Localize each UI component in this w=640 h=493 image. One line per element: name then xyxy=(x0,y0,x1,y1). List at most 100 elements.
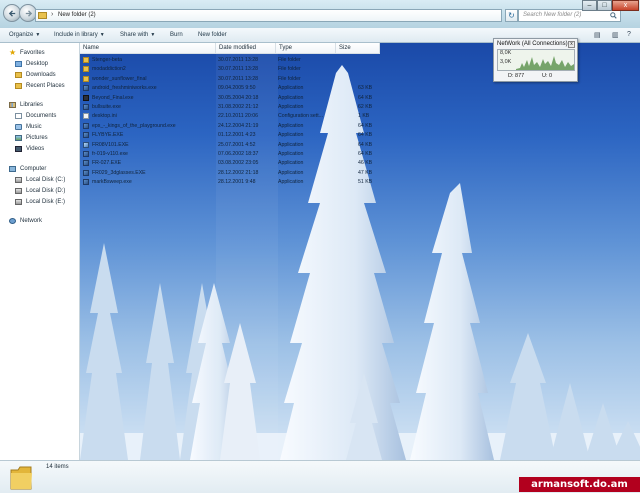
sidebar-item-desktop[interactable]: Desktop xyxy=(0,60,79,70)
column-header-type[interactable]: Type xyxy=(276,43,336,54)
share-with-menu[interactable]: Share with ▼ xyxy=(120,32,155,38)
preview-pane-icon[interactable]: ▥ xyxy=(612,31,619,39)
refresh-button[interactable]: ↻ xyxy=(505,9,518,22)
file-size: 63 KB xyxy=(358,85,373,92)
file-type: Application xyxy=(278,151,304,157)
organize-menu[interactable]: Organize ▼ xyxy=(9,32,40,38)
chevron-down-icon: ▼ xyxy=(99,32,105,38)
traffic-sparkline xyxy=(516,56,574,70)
chevron-down-icon: ▼ xyxy=(35,32,41,38)
new-folder-button[interactable]: New folder xyxy=(198,32,227,38)
file-row[interactable]: Beyond_Final.exe 30.05.2004 20:18 Applicat… xyxy=(80,94,380,103)
maximize-button[interactable]: □ xyxy=(597,0,612,11)
network-icon xyxy=(9,218,16,224)
file-row[interactable]: bullsuite.exe 31.08.2002 21:12 Application… xyxy=(80,103,380,112)
file-size: 62 KB xyxy=(358,104,373,110)
application-icon xyxy=(83,132,89,139)
sidebar-item-disk-d[interactable]: Local Disk (D:) xyxy=(0,187,79,197)
help-icon[interactable]: ? xyxy=(627,31,631,38)
hard-disk-icon xyxy=(15,177,22,183)
network-gadget[interactable]: NetWork (All Connections) x 8,0K 3,0K D:… xyxy=(493,38,578,82)
desktop-icon xyxy=(15,61,22,67)
file-type: Configuration sett... xyxy=(278,113,323,120)
upload-stat: U: 0 xyxy=(542,73,553,79)
file-row[interactable]: desktop.ini 22.10.2011 20:06 Configuration… xyxy=(80,112,380,121)
column-header-name[interactable]: Name xyxy=(80,43,216,54)
file-name: bullsuite.exe xyxy=(92,104,121,110)
application-icon xyxy=(83,104,89,110)
file-type: File folder xyxy=(278,75,301,82)
column-header-size[interactable]: Size xyxy=(336,43,380,54)
file-name: modaddiction2 xyxy=(92,66,126,73)
file-type: Application xyxy=(278,85,304,92)
sidebar-item-favorites[interactable]: ★ Favorites xyxy=(0,48,79,59)
file-row[interactable]: Stenger-beta 30.07.2011 13:28 File folder xyxy=(80,56,380,65)
download-stat: D: 877 xyxy=(508,73,525,79)
file-type: Application xyxy=(278,141,304,148)
gadget-close-button[interactable]: x xyxy=(568,41,575,48)
sidebar-item-documents[interactable]: Documents xyxy=(0,112,79,122)
file-name: Beyond_Final.exe xyxy=(92,94,134,101)
sidebar-item-label: Local Disk (C:) xyxy=(26,177,66,183)
file-row[interactable]: wonder_sunflower_final 30.07.2011 13:28 Fi… xyxy=(80,75,380,84)
file-date-modified: 01.12.2001 4:23 xyxy=(218,132,256,139)
file-row[interactable]: eps_-_kings_of_the_playground.exe 24.12.2… xyxy=(80,122,380,131)
application-icon xyxy=(83,160,89,167)
folder-icon xyxy=(38,12,47,19)
minimize-button[interactable]: – xyxy=(582,0,597,11)
sidebar-item-computer[interactable]: Computer xyxy=(0,165,79,175)
file-name: FR029_3dglasses.EXE xyxy=(92,169,146,176)
file-row[interactable]: android_freshminiworks.exe 09.04.2005 9:5… xyxy=(80,84,380,93)
sidebar-item-label: Favorites xyxy=(20,50,45,56)
sidebar-item-downloads[interactable]: Downloads xyxy=(0,71,79,81)
file-date-modified: 07.06.2002 18:37 xyxy=(218,151,259,157)
file-size: 64 KB xyxy=(358,141,373,148)
search-placeholder: Search New folder (2) xyxy=(523,12,582,18)
file-size: 51 KB xyxy=(358,179,373,186)
view-options-icon[interactable]: ▤ xyxy=(594,31,601,39)
address-bar[interactable]: › New folder (2) ▾ xyxy=(35,9,530,22)
folder-icon xyxy=(83,57,89,63)
sidebar-item-music[interactable]: Music xyxy=(0,123,79,133)
breadcrumb-current-folder[interactable]: New folder (2) xyxy=(58,12,96,18)
include-in-library-label: Include in library xyxy=(54,32,98,38)
graph-scale-mid: 3,0K xyxy=(500,59,512,65)
sidebar-item-disk-e[interactable]: Local Disk (E:) xyxy=(0,198,79,208)
burn-button[interactable]: Burn xyxy=(170,32,183,38)
file-row[interactable]: markBsweep.exe 28.12.2001 9:48 Application… xyxy=(80,178,380,187)
folder-icon xyxy=(83,75,89,82)
sidebar-item-libraries[interactable]: Libraries xyxy=(0,101,79,111)
sidebar-item-network[interactable]: Network xyxy=(0,217,79,227)
file-date-modified: 24.12.2004 21:19 xyxy=(218,122,259,129)
sidebar-item-disk-c[interactable]: Local Disk (C:) xyxy=(0,176,79,186)
sidebar-item-recent-places[interactable]: Recent Places xyxy=(0,82,79,92)
gadget-title: NetWork (All Connections) xyxy=(497,41,568,47)
network-activity-graph: 8,0K 3,0K xyxy=(497,49,575,71)
downloads-icon xyxy=(15,72,22,78)
file-row[interactable]: FR-027.EXE 03.08.2002 23:05 Application 46 … xyxy=(80,159,380,168)
forward-arrow-icon xyxy=(25,10,33,17)
file-name: fr-019-v110.exe xyxy=(92,151,128,157)
file-row[interactable]: FR029_3dglasses.EXE 28.12.2002 21:18 Appli… xyxy=(80,169,380,178)
file-row[interactable]: modaddiction2 30.07.2011 13:28 File folder xyxy=(80,65,380,74)
application-icon xyxy=(83,169,89,176)
sidebar-item-videos[interactable]: Videos xyxy=(0,145,79,155)
file-name: markBsweep.exe xyxy=(92,179,132,186)
column-header-date[interactable]: Date modified xyxy=(216,43,276,54)
file-size: 47 KB xyxy=(358,169,373,176)
file-name: FR-027.EXE xyxy=(92,160,122,167)
sidebar-item-label: Videos xyxy=(26,146,45,152)
include-in-library-menu[interactable]: Include in library ▼ xyxy=(54,32,105,38)
file-date-modified: 30.07.2011 13:28 xyxy=(218,66,258,73)
chevron-down-icon: ▼ xyxy=(150,32,156,38)
close-button[interactable]: x xyxy=(612,0,639,11)
file-row[interactable]: FR08V101.EXE 25.07.2001 4:52 Application 64… xyxy=(80,141,380,150)
file-name: desktop.ini xyxy=(92,113,117,120)
file-row[interactable]: FLYBYE.EXE 01.12.2001 4:23 Application 64 K… xyxy=(80,131,380,140)
file-list-pane[interactable]: Name Date modified Type Size Stenger-bet… xyxy=(80,43,640,460)
documents-icon xyxy=(15,113,22,119)
title-bar: › New folder (2) ▾ ↻ Search New folder (… xyxy=(0,0,640,28)
file-row[interactable]: fr-019-v110.exe 07.06.2002 18:37 Applicati… xyxy=(80,150,380,159)
file-type: Application xyxy=(278,104,304,110)
sidebar-item-pictures[interactable]: Pictures xyxy=(0,134,79,144)
